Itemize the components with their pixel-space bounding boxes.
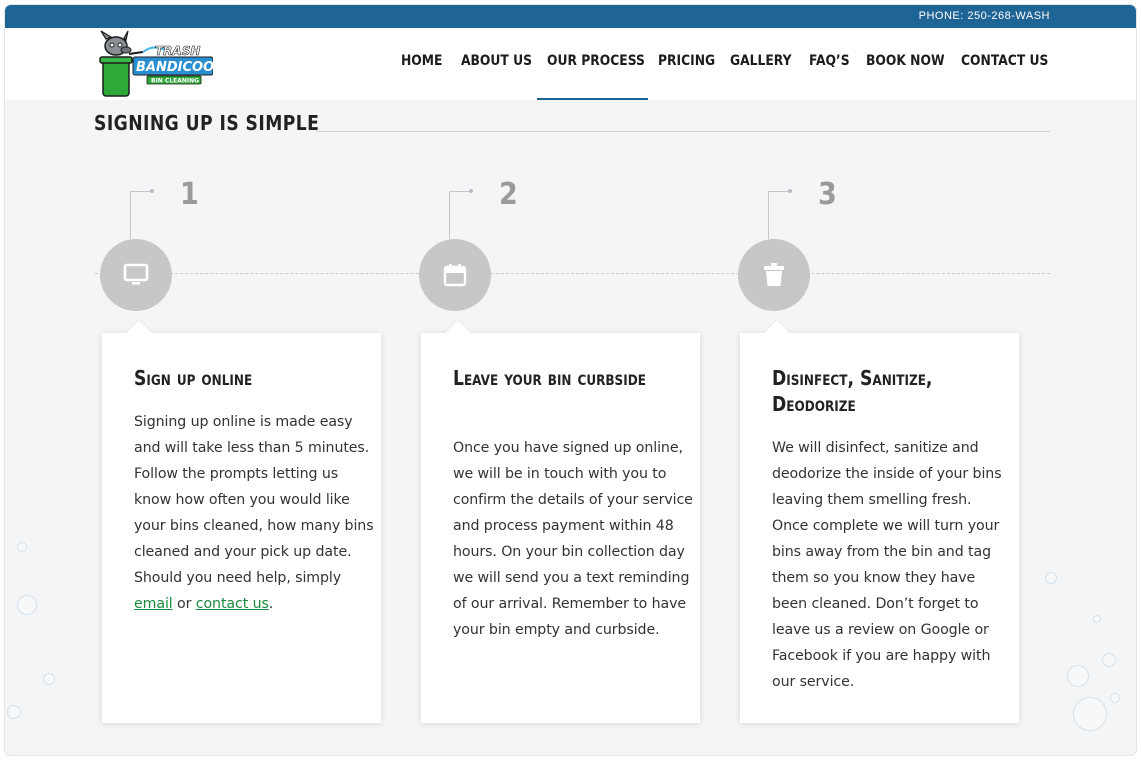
bubble-decoration [1102,653,1116,667]
monitor-icon [123,263,149,285]
nav-book-now[interactable]: BOOK NOW [866,53,945,73]
step-connector-dot [469,189,473,193]
step-connector [768,191,790,192]
nav-gallery[interactable]: GALLERY [730,53,792,73]
page-frame: PHONE: 250-268-WASH TRASH BANDICO BIN CL… [5,5,1136,755]
step-connector [449,191,471,192]
step-circle [100,239,172,311]
step-card: Leave your bin curbside Once you have si… [421,320,700,723]
logo-text-bin-cleaning: BIN CLEANING [151,78,199,85]
timeline-line [95,273,1050,274]
bubble-decoration [7,705,21,719]
card-title: Disinfect, Sanitize, Deodorize [772,366,933,416]
step-circle [419,239,491,311]
step-number: 1 [180,177,199,212]
card-body-text: or [172,596,196,612]
nav-pricing[interactable]: PRICING [658,53,715,73]
phone-number[interactable]: PHONE: 250-268-WASH [919,10,1050,22]
title-divider [316,131,1050,132]
card-body-text: Signing up online is made easy and will … [134,414,374,586]
card-title: Leave your bin curbside [453,366,646,390]
bubble-decoration [17,542,27,552]
calendar-icon [443,264,467,287]
step-circle [738,239,810,311]
step-card: Sign up online Signing up online is made… [102,320,381,723]
card-body: We will disinfect, sanitize and deodoriz… [772,440,1002,690]
card-body: Once you have signed up online, we will … [453,440,693,638]
main-nav: HOME ABOUT US OUR PROCESS PRICING GALLER… [5,53,1136,73]
card-notch [764,320,790,346]
section-title: SIGNING UP IS SIMPLE [94,111,320,135]
step-number: 3 [818,177,837,212]
step-connector-dot [150,189,154,193]
bubble-decoration [1110,693,1120,703]
card-notch [445,320,471,346]
step-connector [768,191,769,239]
top-bar: PHONE: 250-268-WASH [5,5,1136,28]
trash-bin-icon [764,263,784,286]
step-connector [130,191,131,239]
card-notch [126,320,152,346]
bubble-decoration [43,673,55,685]
active-nav-indicator [537,98,648,100]
bubble-decoration [1073,697,1107,731]
step-connector [130,191,152,192]
nav-faqs[interactable]: FAQ’S [809,53,850,73]
step-number: 2 [499,177,518,212]
bubble-decoration [1093,615,1101,623]
nav-contact-us[interactable]: CONTACT US [961,53,1048,73]
email-link[interactable]: email [134,596,173,612]
nav-home[interactable]: HOME [401,53,442,73]
card-body-text: . [268,596,274,612]
nav-about-us[interactable]: ABOUT US [461,53,532,73]
step-connector-dot [788,189,792,193]
bubble-decoration [1067,665,1089,687]
bubble-decoration [1045,572,1057,584]
step-connector [449,191,450,239]
card-body: Signing up online is made easy and will … [134,409,374,617]
site-header: TRASH BANDICOOT BIN CLEANING HOME ABOUT … [5,28,1136,100]
contact-us-link[interactable]: contact us [196,596,269,612]
bubble-decoration [17,595,37,615]
step-card: Disinfect, Sanitize, Deodorize We will d… [740,320,1019,723]
nav-our-process[interactable]: OUR PROCESS [547,53,645,73]
card-title: Sign up online [134,366,253,390]
